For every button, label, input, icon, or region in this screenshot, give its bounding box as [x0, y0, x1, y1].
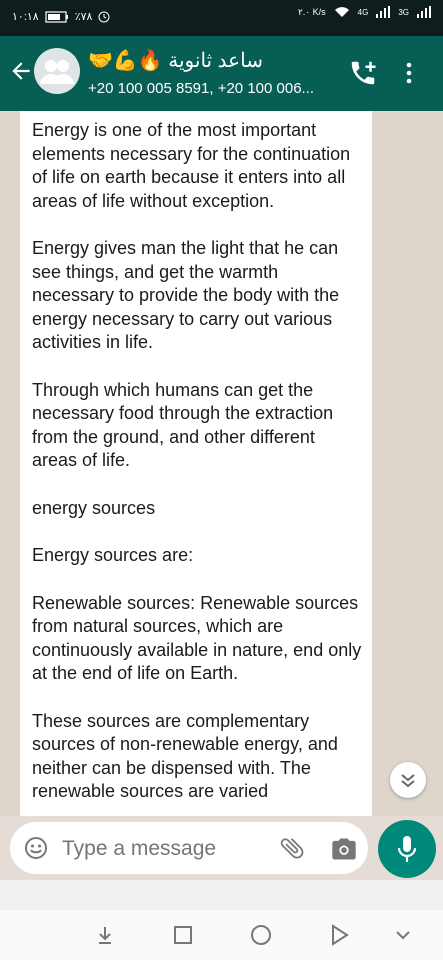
message-paragraph: energy sources [32, 497, 156, 518]
wifi-icon [334, 7, 349, 17]
group-participants[interactable]: +20 100 005 8591, +20 100 006... [88, 80, 343, 97]
message-bubble[interactable]: Energy is one of the most important elem… [20, 111, 372, 816]
group-title[interactable]: ساعد ثانوية 🔥💪🤝 [88, 48, 338, 74]
message-paragraph: Energy sources are: [32, 545, 194, 565]
alarm-icon [98, 11, 110, 22]
nav-square-icon[interactable] [170, 922, 196, 948]
attach-icon[interactable] [278, 834, 306, 862]
nav-down-icon[interactable] [92, 922, 118, 948]
camera-icon[interactable] [330, 835, 358, 863]
message-composer [10, 822, 368, 874]
message-paragraph: Energy is one of the most important elem… [32, 120, 351, 211]
network-3g: 3G [398, 7, 409, 17]
mic-icon [397, 836, 417, 862]
message-paragraph: Through which humans can get the necessa… [32, 379, 334, 471]
message-input[interactable] [60, 834, 264, 864]
message-paragraph: These sources are complementary sources … [32, 710, 338, 802]
battery-level: ٪٧٨ [74, 11, 93, 23]
nav-chevron-icon[interactable] [390, 922, 416, 948]
battery-icon [45, 10, 68, 23]
signal-icon [376, 6, 391, 18]
chat-header: ساعد ثانوية 🔥💪🤝 +20 100 005 8591, +20 10… [0, 36, 443, 111]
emoji-icon[interactable] [24, 836, 48, 860]
network-4g: 4G [357, 7, 369, 17]
scroll-down-icon [401, 774, 415, 788]
status-bar: ١٠:١٨ ٪٧٨ ٢.٠ K/s 4G 3G [0, 0, 443, 36]
nav-circle-icon[interactable] [248, 922, 274, 948]
chat-area[interactable]: Energy is one of the most important elem… [0, 111, 443, 816]
system-navbar [0, 910, 443, 960]
scroll-down-button[interactable] [390, 762, 426, 798]
message-paragraph: Energy gives man the light that he can s… [32, 238, 340, 352]
nav-triangle-icon[interactable] [326, 922, 352, 948]
group-avatar-icon[interactable] [34, 48, 80, 94]
menu-icon[interactable] [404, 61, 414, 85]
clock: ١٠:١٨ [12, 11, 39, 23]
mic-button[interactable] [378, 820, 436, 878]
add-call-icon[interactable] [348, 58, 378, 88]
back-arrow-icon[interactable] [8, 58, 34, 84]
message-paragraph: Renewable sources: Renewable sources fro… [32, 592, 362, 684]
signal-icon-2 [417, 6, 431, 18]
net-speed: ٢.٠ K/s [297, 6, 326, 17]
